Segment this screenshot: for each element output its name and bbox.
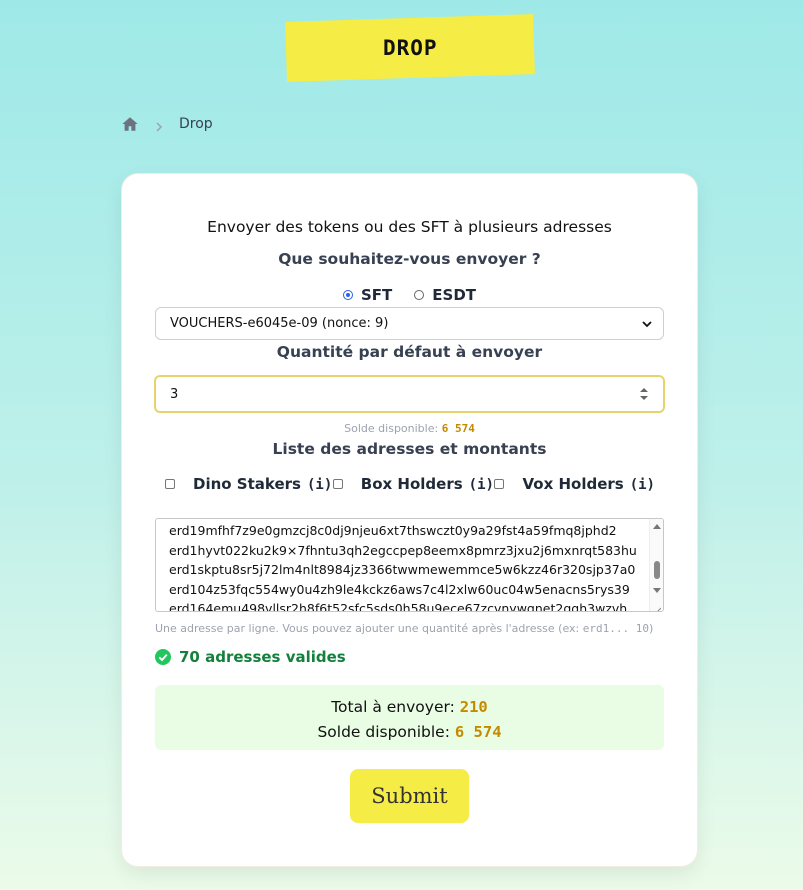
default-qty-label: Quantité par défaut à envoyer — [276, 343, 543, 361]
total-line: Total à envoyer: 210 — [155, 695, 664, 720]
logo-text: DROP — [382, 36, 438, 61]
home-icon[interactable] — [121, 115, 139, 133]
address-line: erd1hyvt022ku2k9×7fhntu3qh2egccpep8eemx8… — [169, 542, 637, 558]
hint-example: erd1... 10 — [582, 622, 649, 635]
radio-esdt-label: ESDT — [432, 286, 477, 304]
address-hint: Une adresse par ligne. Vous pouvez ajout… — [155, 622, 675, 635]
drop-form-card: Envoyer des tokens ou des SFT à plusieur… — [122, 174, 697, 866]
checkbox-dino-stakers-label: Dino Stakers — [193, 475, 301, 493]
scroll-down-icon[interactable] — [653, 588, 661, 593]
summary-balance-line: Solde disponible: 6 574 — [155, 720, 664, 745]
hint-close: ) — [649, 622, 654, 635]
checkbox-box-holders-label: Box Holders — [360, 475, 463, 493]
checkbox-vox-holders-label: Vox Holders — [522, 475, 624, 493]
breadcrumb: Drop — [121, 113, 213, 135]
total-label: Total à envoyer: — [331, 698, 455, 716]
what-to-send-label: Que souhaitez-vous envoyer ? — [278, 250, 541, 268]
address-line: erd164emu498vllsr2h8f6t52sfc5sds0h58u9ec… — [169, 601, 628, 612]
scroll-up-icon[interactable] — [653, 524, 661, 529]
checkbox-box-holders[interactable]: Box Holders (i) — [332, 475, 494, 493]
breadcrumb-current: Drop — [179, 116, 213, 132]
valid-addresses-text: 70 adresses valides — [179, 648, 346, 666]
send-summary: Total à envoyer: 210 Solde disponible: 6… — [155, 685, 664, 750]
checkbox-vox-holders[interactable]: Vox Holders (i) — [494, 475, 655, 493]
default-qty-input[interactable]: 3 — [154, 375, 665, 413]
balance-value: 6 574 — [441, 422, 475, 435]
balance-label: Solde disponible: — [344, 422, 439, 435]
total-value: 210 — [459, 698, 488, 716]
info-icon[interactable]: (i) — [630, 477, 655, 493]
radio-sft-indicator[interactable] — [342, 290, 353, 300]
chevron-right-icon — [153, 118, 165, 132]
radio-esdt-indicator[interactable] — [414, 290, 425, 300]
radio-esdt[interactable]: ESDT — [414, 286, 476, 304]
info-icon[interactable]: (i) — [469, 477, 494, 493]
radio-sft-label: SFT — [360, 286, 393, 304]
address-line: erd1skptu8sr5j72lm4nlt8984jz3366twwmewem… — [169, 562, 636, 577]
check-circle-icon — [155, 649, 171, 665]
resize-handle-icon[interactable] — [653, 601, 662, 611]
holder-checkbox-group: Dino Stakers (i) Box Holders (i) Vox Holde… — [165, 475, 655, 493]
summary-balance-value: 6 574 — [454, 723, 502, 741]
checkbox-box-holders-box[interactable] — [332, 479, 343, 489]
chevron-down-icon — [641, 318, 653, 330]
qty-stepper-icon[interactable] — [639, 385, 649, 403]
radio-sft[interactable]: SFT — [342, 286, 393, 304]
summary-balance-label: Solde disponible: — [317, 723, 450, 741]
address-line: erd104z53fqc554wy0u4zh9le4kckz6aws7c4l2x… — [169, 581, 630, 597]
logo: DROP — [285, 14, 535, 82]
scroll-thumb[interactable] — [654, 561, 660, 579]
checkbox-vox-holders-box[interactable] — [494, 479, 505, 489]
checkbox-dino-stakers-box[interactable] — [165, 479, 175, 489]
token-select[interactable]: VOUCHERS-e6045e-09 (nonce: 9) — [155, 307, 664, 340]
form-intro: Envoyer des tokens ou des SFT à plusieur… — [207, 218, 612, 236]
default-qty-value: 3 — [170, 386, 179, 402]
textarea-scrollbar[interactable] — [649, 519, 663, 611]
address-line: erd19mfhf7z9e0gmzcj8c0dj9njeu6xt7thswczt… — [169, 523, 617, 538]
hint-text: Une adresse par ligne. Vous pouvez ajout… — [155, 622, 580, 635]
address-list-label: Liste des adresses et montants — [272, 440, 547, 458]
info-icon[interactable]: (i) — [307, 477, 332, 493]
submit-button[interactable]: Submit — [350, 769, 469, 823]
valid-addresses-status: 70 adresses valides — [155, 648, 346, 666]
balance-line: Solde disponible: 6 574 — [122, 422, 697, 435]
checkbox-dino-stakers[interactable]: Dino Stakers (i) — [165, 475, 332, 493]
type-radio-group: SFT ESDT — [122, 286, 697, 304]
address-textarea[interactable]: erd19mfhf7z9e0gmzcj8c0dj9njeu6xt7thswczt… — [155, 518, 664, 612]
token-select-value: VOUCHERS-e6045e-09 (nonce: 9) — [170, 316, 389, 331]
